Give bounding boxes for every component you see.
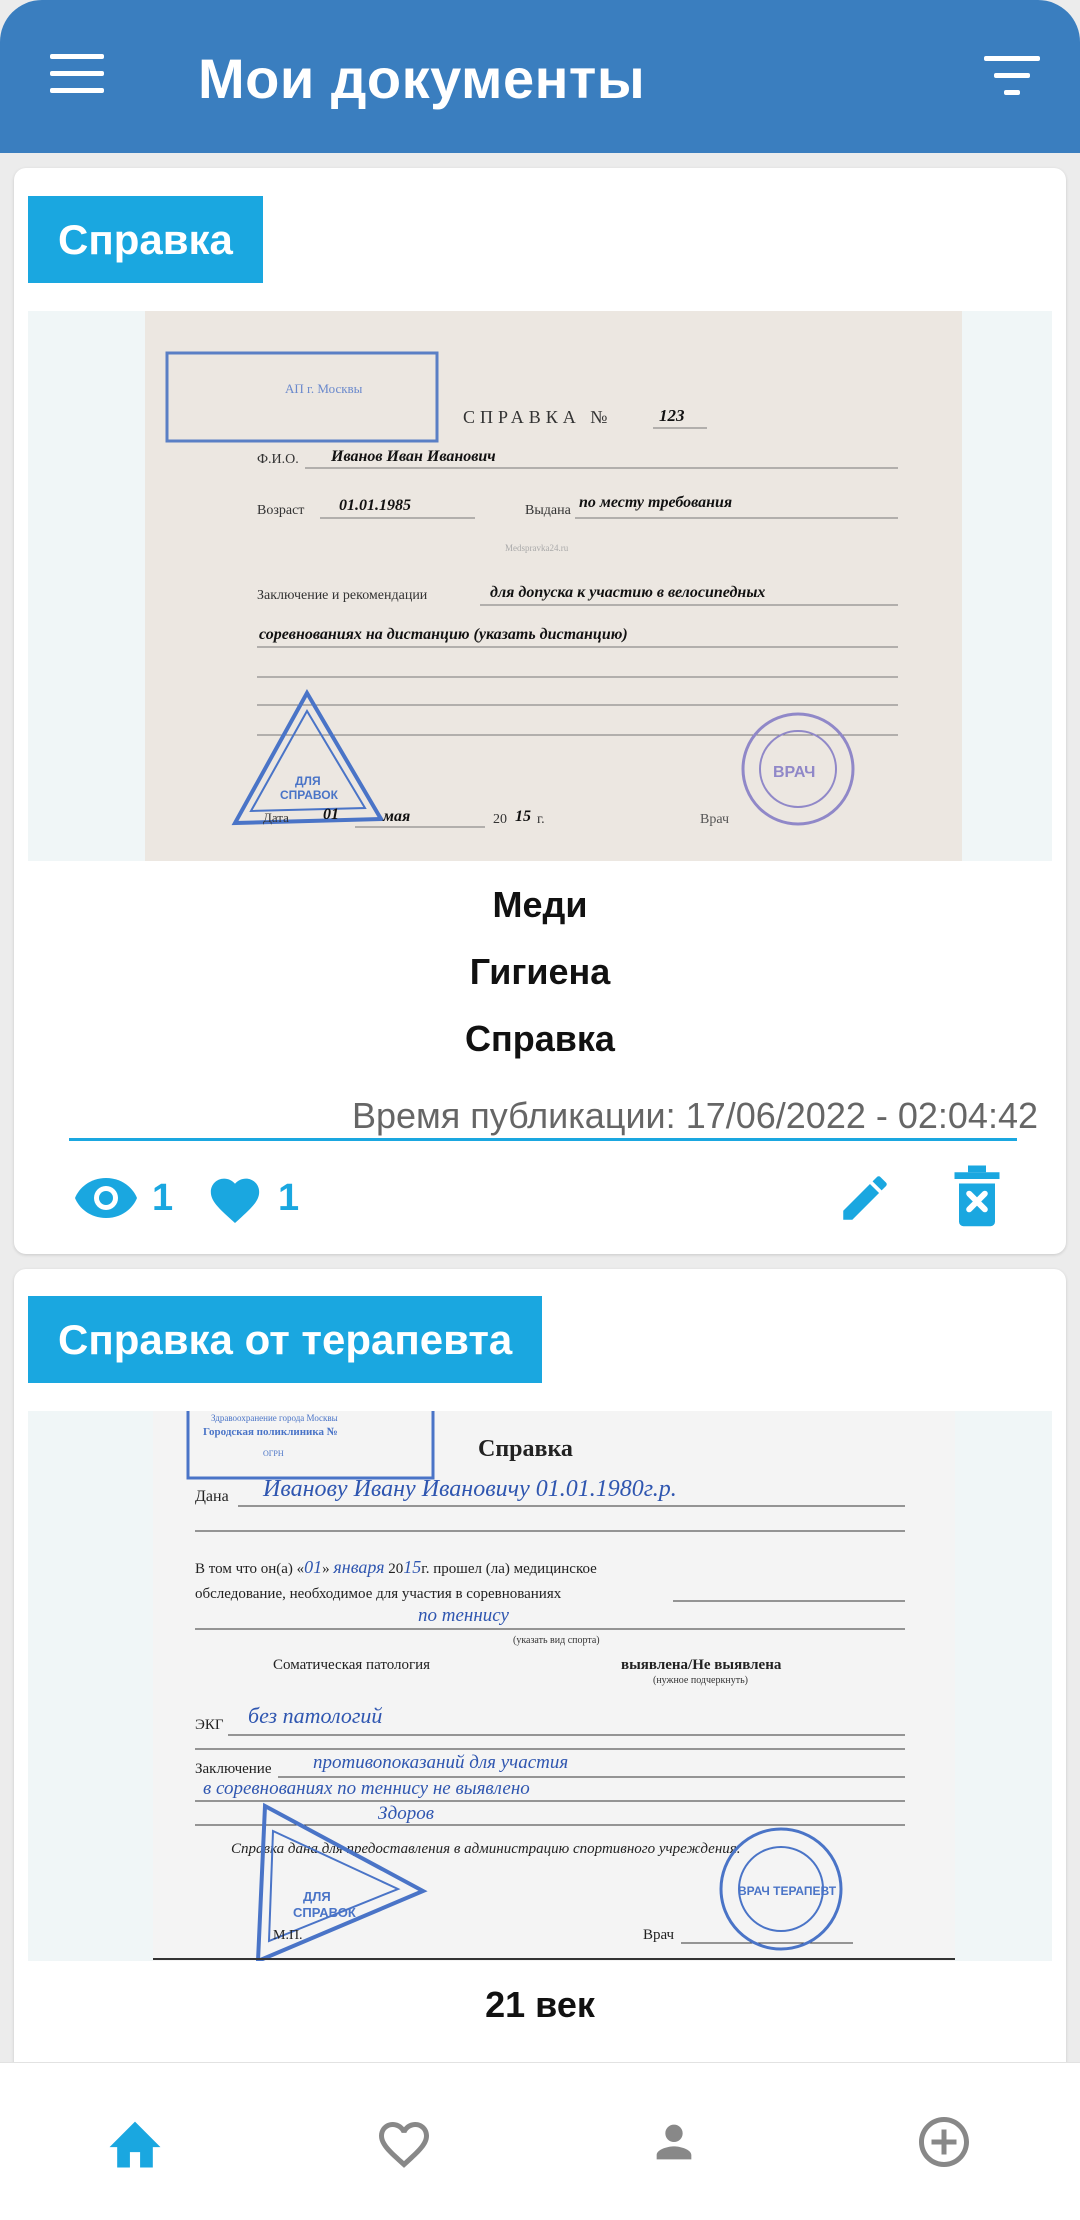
- date-day: 01: [323, 806, 339, 823]
- date-year-suffix: г.: [537, 812, 545, 827]
- given-handwritten: Иванову Ивану Ивановичу 01.01.1980г.р.: [262, 1476, 677, 1502]
- edit-icon[interactable]: [836, 1169, 894, 1227]
- nav-profile[interactable]: [639, 2107, 709, 2177]
- stamp-text: Здравоохранение города Москвы: [211, 1413, 338, 1423]
- document-category-tag: Справка от терапевта: [28, 1296, 543, 1383]
- conclusion-handwritten: в соревнованиях по теннису не выявлено: [203, 1778, 530, 1799]
- publication-time-label: Время публикации:: [351, 1095, 676, 1136]
- home-icon[interactable]: [104, 2114, 166, 2170]
- doc-number: 123: [659, 406, 685, 425]
- ekg-handwritten: без патологий: [248, 1703, 382, 1728]
- nav-favorites[interactable]: [369, 2107, 439, 2177]
- eye-icon: [75, 1178, 137, 1218]
- doc-heading: СПРАВКА №: [463, 407, 612, 427]
- person-icon[interactable]: [648, 2116, 700, 2168]
- nav-add[interactable]: [909, 2107, 979, 2177]
- round-seal-text: ВРАЧ: [773, 764, 815, 781]
- card-actions: 1 1: [14, 1163, 1066, 1233]
- issued-label: Выдана: [525, 503, 572, 518]
- document-category-tag: Справка: [28, 196, 263, 283]
- stamp-text: ОГРН: [263, 1449, 284, 1458]
- triangle-stamp-text-1: ДЛЯ: [295, 774, 321, 788]
- conclusion-handwritten: противопоказаний для участия: [313, 1752, 568, 1773]
- like-button[interactable]: 1: [206, 1163, 299, 1233]
- publication-time: Время публикации: 17/06/2022 - 02:04:42: [352, 1095, 1038, 1137]
- bottom-navigation: [0, 2062, 1080, 2220]
- sport-handwritten: по теннису: [418, 1605, 510, 1626]
- description-line: Меди: [492, 884, 588, 925]
- somatic-value: выявлена/Не выявлена: [621, 1657, 782, 1673]
- sport-note: (указать вид спорта): [513, 1635, 600, 1646]
- somatic-label: Соматическая патология: [273, 1657, 430, 1673]
- conclusion-handwritten: Здоров: [378, 1803, 434, 1824]
- age-label: Возраст: [257, 503, 304, 518]
- date-year: 15: [515, 808, 531, 825]
- add-circle-icon[interactable]: [914, 2112, 974, 2172]
- stamp-text: Городская поликлиника №: [203, 1426, 338, 1438]
- date-month: мая: [382, 808, 410, 825]
- conclusion-line-2: соревнованиях на дистанцию (указать дист…: [259, 626, 628, 643]
- ekg-label: ЭКГ: [195, 1717, 224, 1733]
- round-seal-text: ВРАЧ ТЕРАПЕВТ: [738, 1884, 837, 1898]
- description-line: Справка: [465, 1018, 615, 1059]
- likes-count: 1: [278, 1176, 300, 1219]
- heart-icon[interactable]: [374, 2114, 434, 2170]
- views-count: 1: [152, 1176, 174, 1219]
- filter-icon[interactable]: [984, 54, 1040, 98]
- document-image[interactable]: Здравоохранение города Москвы Городская …: [28, 1411, 1052, 1961]
- doc-heading: Справка: [478, 1436, 573, 1462]
- given-label: Дана: [195, 1488, 229, 1505]
- dob-value: 01.01.1985: [339, 497, 411, 514]
- doctor-label: Врач: [700, 812, 729, 827]
- views-counter: 1: [74, 1163, 173, 1233]
- triangle-stamp-text-1: ДЛЯ: [303, 1889, 331, 1904]
- publication-time-value: 17/06/2022 - 02:04:42: [685, 1095, 1038, 1136]
- conclusion-line-1: для допуска к участию в велосипедных: [490, 584, 765, 601]
- menu-icon[interactable]: [50, 52, 104, 96]
- document-scan-1: АП г. Москвы СПРАВКА № 123 Ф.И.О. Иванов…: [145, 311, 962, 861]
- delete-icon[interactable]: [950, 1165, 1004, 1229]
- fio-label: Ф.И.О.: [257, 452, 299, 467]
- app-bar: Мои документы: [0, 0, 1080, 153]
- doc-watermark: Medspravka24.ru: [505, 543, 569, 553]
- document-card[interactable]: Справка АП г. Москвы СПРАВКА № 123 Ф.И.О…: [14, 168, 1066, 1254]
- triangle-stamp-text-2: СПРАВОК: [293, 1905, 356, 1920]
- triangle-stamp-text-2: СПРАВОК: [280, 788, 339, 802]
- conclusion-label: Заключение: [195, 1761, 272, 1777]
- heart-icon[interactable]: [206, 1171, 264, 1225]
- mp-label: М.П.: [273, 1928, 303, 1943]
- fio-value: Иванов Иван Иванович: [330, 448, 496, 465]
- issued-value: по месту требования: [579, 494, 732, 511]
- description-line: Гигиена: [469, 951, 611, 992]
- page-title: Мои документы: [198, 47, 646, 110]
- description-line: 21 век: [485, 1984, 595, 2025]
- somatic-note: (нужное подчеркнуть): [653, 1675, 748, 1686]
- divider: [69, 1138, 1017, 1141]
- doctor-label: Врач: [643, 1927, 675, 1943]
- document-scan-2: Здравоохранение города Москвы Городская …: [153, 1411, 955, 1961]
- stamp-text: АП г. Москвы: [285, 381, 363, 396]
- date-label: Дата: [263, 810, 289, 825]
- date-year-prefix: 20: [493, 812, 507, 827]
- doc-text-line: обследование, необходимое для участия в …: [195, 1586, 562, 1602]
- document-image[interactable]: АП г. Москвы СПРАВКА № 123 Ф.И.О. Иванов…: [28, 311, 1052, 861]
- footer-note: Справка дана для предоставления в админи…: [231, 1841, 741, 1857]
- conclusion-label: Заключение и рекомендации: [257, 588, 428, 603]
- nav-home[interactable]: [100, 2107, 170, 2177]
